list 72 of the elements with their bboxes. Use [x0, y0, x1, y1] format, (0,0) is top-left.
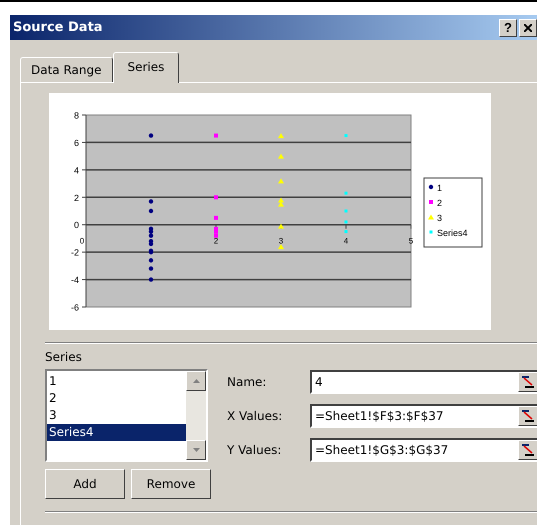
help-button[interactable]: ? — [499, 18, 517, 36]
arrow-icon — [522, 410, 534, 422]
scroll-up-button[interactable] — [186, 371, 206, 391]
data-point — [344, 210, 348, 212]
list-item[interactable]: 2 — [47, 390, 186, 407]
collapse-button[interactable] — [518, 440, 537, 460]
legend-label: 2 — [437, 198, 442, 208]
y-tick-label: 0 — [74, 220, 79, 230]
x-tick-label: 2 — [214, 236, 218, 246]
window-title: Source Data — [13, 20, 103, 35]
data-point — [278, 154, 284, 159]
input-field[interactable]: =Sheet1!$G$3:$G$37 — [310, 438, 537, 462]
data-point — [344, 192, 348, 195]
list-item[interactable]: Series4 — [47, 424, 186, 441]
scrollbar[interactable] — [186, 371, 206, 460]
arrow-icon — [522, 376, 534, 388]
close-button[interactable] — [519, 18, 537, 36]
field-label: Name: — [227, 375, 268, 389]
collapse-button[interactable] — [518, 406, 537, 426]
legend-label: 3 — [437, 213, 442, 223]
data-point — [148, 277, 154, 282]
series-listbox[interactable]: 1 2 3 Series4 — [45, 369, 208, 462]
x-tick-label: 3 — [278, 236, 284, 246]
field-label: Y Values: — [227, 443, 282, 457]
y-tick-label: 4 — [74, 165, 79, 176]
data-point — [148, 266, 154, 271]
list-item[interactable]: 1 — [47, 373, 186, 390]
y-tick-label: -6 — [70, 302, 79, 312]
legend-label: 1 — [437, 183, 442, 193]
y-tick-label: 8 — [74, 110, 79, 120]
data-point — [278, 178, 284, 184]
field-label: X Values: — [227, 409, 284, 423]
data-point — [148, 199, 154, 204]
legend-box — [424, 178, 482, 248]
data-point — [344, 134, 348, 138]
list-item[interactable]: 3 — [47, 407, 186, 424]
y-tick-label: 6 — [74, 138, 79, 148]
data-point — [148, 258, 154, 263]
y-tick-label: -4 — [70, 275, 79, 286]
data-point — [214, 195, 218, 200]
data-point — [214, 216, 218, 220]
legend-marker — [428, 214, 434, 220]
scroll-down-button[interactable] — [186, 440, 206, 460]
tab[interactable]: Data Range — [20, 57, 112, 82]
arrow-icon — [522, 444, 534, 456]
series-label: Series — [45, 350, 83, 364]
y-tick-label: 2 — [74, 192, 79, 203]
data-point — [344, 220, 348, 224]
dialog-button[interactable]: Remove — [131, 469, 211, 499]
data-point — [278, 244, 284, 250]
data-point — [148, 133, 154, 138]
x-tick-label: 0 — [80, 236, 84, 246]
tab[interactable]: Series — [112, 52, 180, 83]
data-point — [214, 134, 218, 138]
input-field[interactable]: =Sheet1!$F$3:$F$37 — [310, 404, 537, 428]
data-point — [278, 224, 284, 229]
y-tick-label: -2 — [70, 248, 79, 258]
down-arrow-icon — [192, 448, 200, 452]
close-icon — [524, 24, 532, 32]
x-tick-label: 5 — [408, 236, 414, 246]
dialog-button[interactable]: Add — [45, 469, 125, 499]
data-point — [344, 230, 348, 234]
legend-marker — [430, 230, 432, 234]
collapse-button[interactable] — [518, 372, 537, 392]
legend-label: Series4 — [437, 228, 468, 238]
data-point — [278, 133, 284, 138]
input-field[interactable]: 4 — [310, 370, 537, 394]
legend-marker — [428, 184, 434, 190]
legend-marker — [429, 200, 433, 204]
data-point — [148, 208, 154, 214]
up-arrow-icon — [192, 379, 200, 383]
x-tick-label: 4 — [344, 236, 348, 246]
